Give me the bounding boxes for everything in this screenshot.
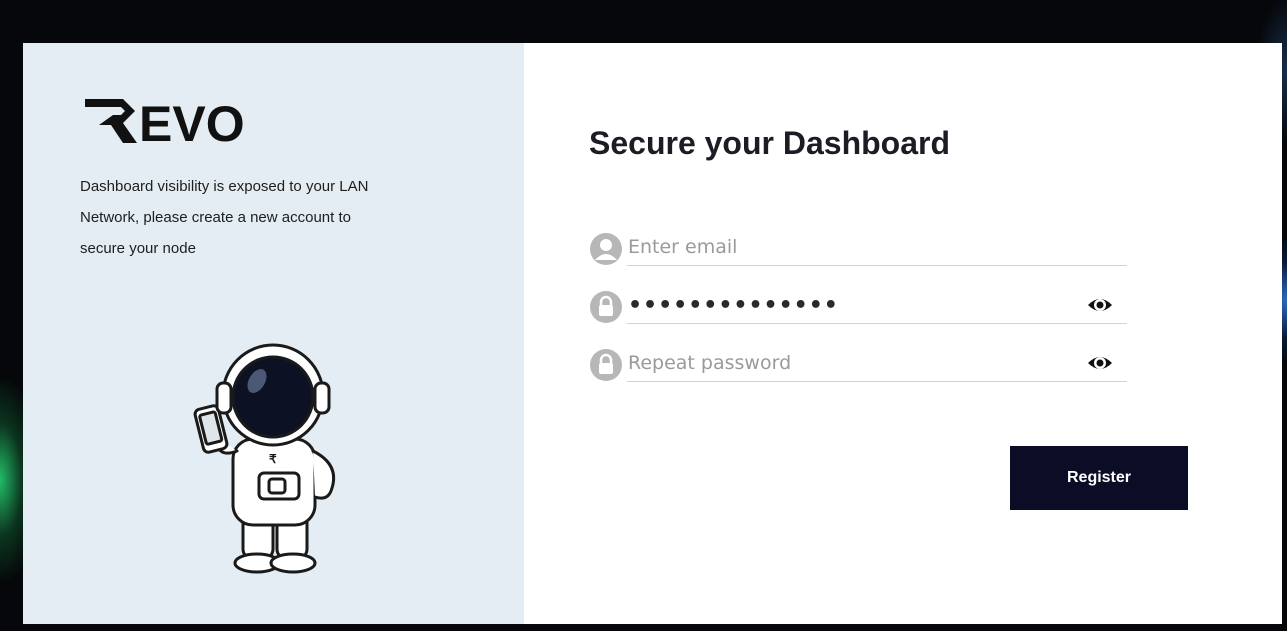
intro-line-2: Network, please create a new account to [80,209,351,226]
astronaut-illustration: ₹ [193,343,336,574]
lock-icon [590,349,622,381]
password-field-row [587,286,1127,324]
page-title: Secure your Dashboard [589,125,950,161]
repeat-password-field-row [587,344,1127,382]
left-info-panel: EVO Dashboard visibility is exposed to y… [23,43,524,624]
brand-name: EVO [139,96,245,151]
intro-line-1: Dashboard visibility is exposed to your … [80,178,369,195]
password-underline [627,323,1127,324]
user-circle-icon [590,233,622,265]
svg-text:₹: ₹ [269,452,277,466]
email-input[interactable] [628,232,1068,262]
intro-text: Dashboard visibility is exposed to your … [80,171,460,264]
repeat-password-input[interactable] [628,348,1068,378]
password-input[interactable] [628,290,1068,320]
lock-icon [590,291,622,323]
show-password-eye-icon[interactable] [1087,294,1113,316]
repeat-password-underline [627,381,1127,382]
intro-line-3: secure your node [80,240,196,257]
email-field-row [587,228,1127,266]
show-repeat-password-eye-icon[interactable] [1087,352,1113,374]
register-button[interactable]: Register [1010,446,1188,510]
revo-logo: EVO [85,96,245,151]
email-underline [627,265,1127,266]
